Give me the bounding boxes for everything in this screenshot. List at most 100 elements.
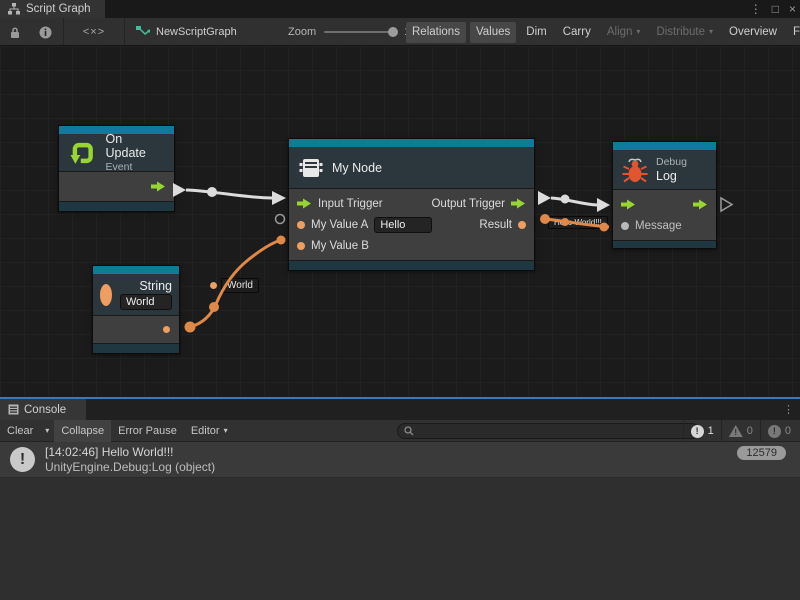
graph-canvas[interactable]: On Update Event bbox=[0, 46, 800, 398]
node-footer bbox=[93, 343, 179, 353]
bug-icon bbox=[622, 156, 648, 184]
string-value-input[interactable] bbox=[120, 294, 172, 310]
maximize-icon[interactable]: □ bbox=[772, 2, 779, 16]
collapse-toggle[interactable]: Collapse bbox=[54, 420, 111, 442]
wire-dot bbox=[277, 236, 286, 245]
distribute-dropdown[interactable]: Distribute▾ bbox=[650, 22, 719, 43]
lock-button[interactable] bbox=[0, 18, 30, 46]
wire-dot bbox=[561, 195, 570, 204]
collapse-count-badge: 12579 bbox=[737, 446, 786, 460]
port-row bbox=[613, 194, 716, 215]
search-input[interactable] bbox=[418, 425, 693, 437]
wire-dot bbox=[185, 322, 196, 333]
node-title: Log bbox=[656, 169, 687, 183]
error-pause-toggle[interactable]: Error Pause bbox=[111, 420, 184, 442]
close-icon[interactable]: × bbox=[789, 2, 796, 16]
console-list-icon bbox=[8, 404, 19, 415]
info-button[interactable] bbox=[30, 18, 61, 46]
port-row: My Value B bbox=[289, 235, 534, 256]
window-menu-icon[interactable]: ⋮ bbox=[750, 2, 762, 16]
zoom-slider-handle[interactable] bbox=[388, 27, 398, 37]
port-string-output[interactable] bbox=[163, 326, 170, 333]
wire-flow-1 bbox=[186, 190, 272, 198]
node-title: My Node bbox=[332, 161, 382, 175]
port-my-value-b[interactable]: My Value B bbox=[297, 240, 369, 252]
info-icon: ! bbox=[691, 425, 704, 438]
fullscreen-button[interactable]: Full Screen bbox=[787, 22, 800, 43]
node-header: String bbox=[93, 274, 179, 316]
chevron-down-icon: ▾ bbox=[709, 28, 713, 36]
port-my-value-a[interactable]: My Value A bbox=[297, 217, 432, 233]
error-count-toggle[interactable]: ! 0 bbox=[760, 420, 798, 442]
port-flow-in[interactable] bbox=[621, 199, 636, 210]
info-icon bbox=[39, 26, 52, 39]
carry-toggle[interactable]: Carry bbox=[557, 22, 597, 43]
node-accent-bar bbox=[613, 142, 716, 150]
dim-toggle[interactable]: Dim bbox=[520, 22, 552, 43]
node-subtitle: Debug bbox=[656, 156, 687, 168]
tab-console[interactable]: Console bbox=[0, 399, 86, 420]
wire-dot bbox=[207, 187, 217, 197]
editor-dropdown[interactable]: Editor▾ bbox=[184, 420, 235, 442]
node-header: My Node bbox=[289, 147, 534, 189]
toolbar-left-icons: <×> bbox=[0, 18, 127, 46]
log-entry-row[interactable]: ! [14:02:46] Hello World!!! UnityEngine.… bbox=[0, 442, 800, 478]
port-row: Message bbox=[613, 215, 716, 236]
wire-end-arrow bbox=[272, 191, 286, 205]
chevron-down-icon: ▾ bbox=[636, 28, 640, 36]
node-debug-log[interactable]: Debug Log Message bbox=[612, 141, 717, 249]
graph-reference[interactable]: NewScriptGraph bbox=[136, 18, 237, 46]
node-accent-bar bbox=[289, 139, 534, 147]
lock-icon bbox=[9, 26, 21, 39]
code-view-button[interactable]: <×> bbox=[66, 18, 122, 46]
wire-flow-2 bbox=[551, 198, 597, 205]
zoom-control: Zoom 1x bbox=[288, 18, 416, 46]
console-tabbar: Console ⋮ bbox=[0, 399, 800, 420]
align-dropdown[interactable]: Align▾ bbox=[601, 22, 647, 43]
script-graph-icon bbox=[136, 26, 150, 38]
value-port-icon bbox=[297, 242, 305, 250]
clear-button[interactable]: Clear bbox=[0, 420, 40, 442]
flow-out-icon bbox=[511, 198, 526, 209]
port-result[interactable]: Result bbox=[479, 219, 526, 231]
port-input-trigger[interactable]: Input Trigger bbox=[297, 198, 383, 210]
console-panel: Console ⋮ Clear ▾ Collapse Error Pause E… bbox=[0, 397, 800, 600]
custom-node-icon bbox=[298, 156, 324, 180]
graph-hierarchy-icon bbox=[8, 3, 20, 15]
node-string-literal[interactable]: String bbox=[92, 265, 180, 354]
overview-button[interactable]: Overview bbox=[723, 22, 783, 43]
port-flow-output[interactable] bbox=[151, 181, 166, 192]
error-icon: ! bbox=[768, 425, 781, 438]
node-my-node[interactable]: My Node Input Trigger Output Trigger bbox=[288, 138, 535, 271]
log-stacktrace: UnityEngine.Debug:Log (object) bbox=[45, 460, 727, 474]
value-dot-icon bbox=[210, 282, 217, 289]
toolbar-separator bbox=[124, 18, 125, 46]
values-toggle[interactable]: Values bbox=[470, 22, 516, 43]
warning-icon: ! bbox=[729, 425, 743, 437]
port-message[interactable]: Message bbox=[621, 220, 682, 232]
port-output-trigger[interactable]: Output Trigger bbox=[431, 198, 526, 210]
warning-count-toggle[interactable]: ! 0 bbox=[721, 420, 760, 442]
console-toolbar: Clear ▾ Collapse Error Pause Editor▾ ! 1 bbox=[0, 420, 800, 442]
port-flow-out[interactable] bbox=[693, 199, 708, 210]
node-footer bbox=[289, 260, 534, 270]
clear-dropdown[interactable]: ▾ bbox=[40, 426, 54, 435]
zoom-slider[interactable] bbox=[324, 31, 396, 33]
node-body: Input Trigger Output Trigger My Value A bbox=[289, 189, 534, 260]
toolbar-separator bbox=[63, 18, 64, 46]
log-info-icon: ! bbox=[10, 447, 35, 472]
console-search bbox=[397, 423, 700, 439]
wire-end-arrow bbox=[597, 198, 610, 212]
tab-script-graph[interactable]: Script Graph bbox=[0, 0, 105, 18]
node-on-update[interactable]: On Update Event bbox=[58, 125, 175, 212]
value-a-input[interactable] bbox=[374, 217, 432, 233]
info-count-toggle[interactable]: ! 1 bbox=[683, 420, 721, 442]
port-row: My Value A Result bbox=[289, 214, 534, 235]
value-port-icon bbox=[621, 222, 629, 230]
node-title: String bbox=[139, 279, 172, 293]
tab-console-label: Console bbox=[24, 404, 66, 416]
node-header: Debug Log bbox=[613, 150, 716, 190]
relations-toggle[interactable]: Relations bbox=[406, 22, 466, 43]
console-menu-icon[interactable]: ⋮ bbox=[783, 399, 794, 420]
graph-name-label: NewScriptGraph bbox=[156, 26, 237, 38]
